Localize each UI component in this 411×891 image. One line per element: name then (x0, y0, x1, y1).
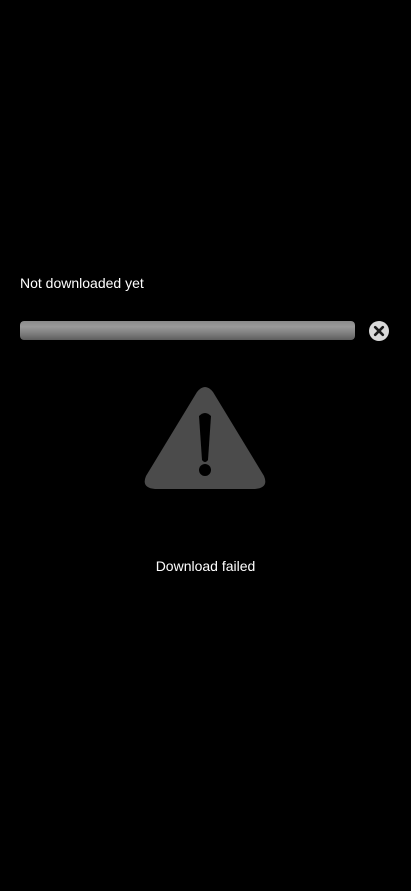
download-progress-bar (20, 321, 355, 340)
download-failed-message: Download failed (155, 558, 256, 574)
download-progress-fill (20, 321, 355, 340)
close-circle-icon (369, 321, 389, 341)
warning-triangle-icon (143, 386, 267, 490)
download-status-label: Not downloaded yet (20, 275, 144, 291)
cancel-download-button[interactable] (369, 321, 389, 341)
